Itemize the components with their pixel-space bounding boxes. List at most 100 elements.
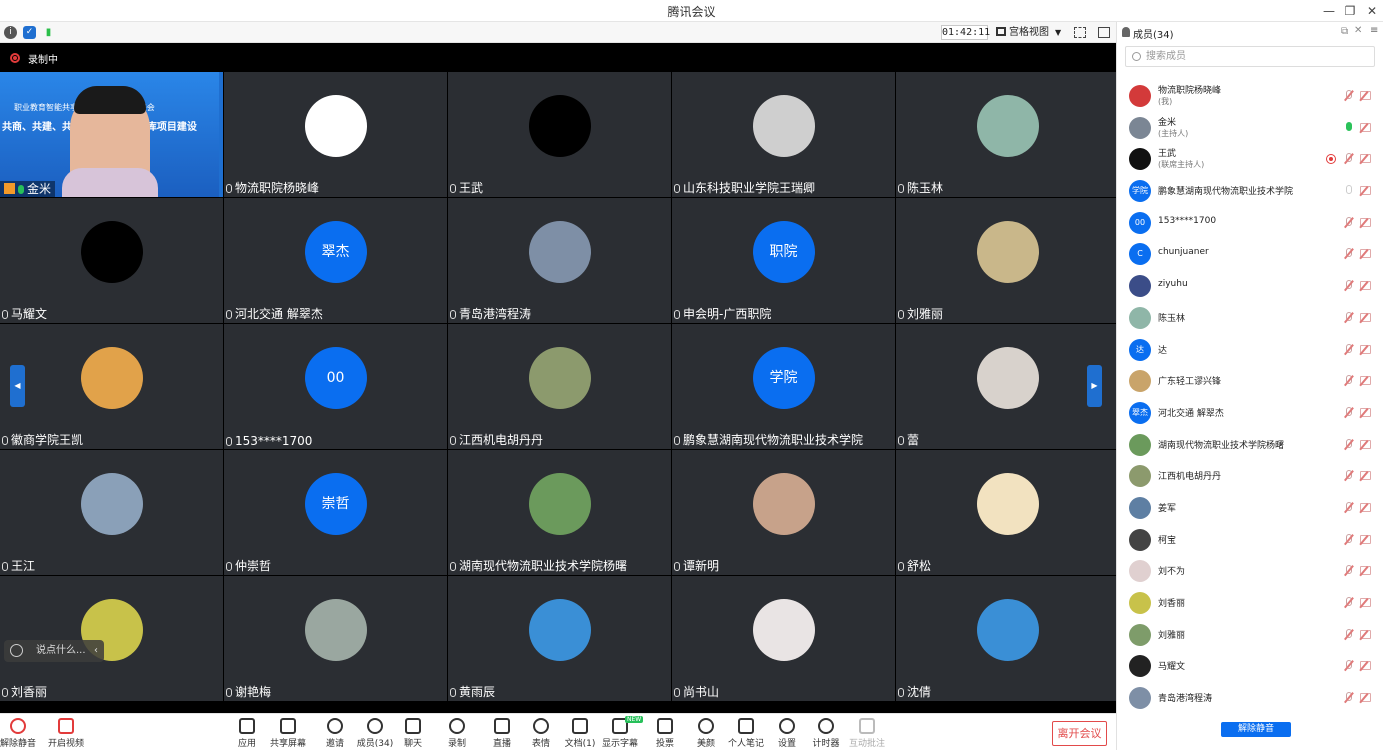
camera-off-icon[interactable] (1360, 91, 1371, 100)
signal-icon[interactable]: ▮ (42, 26, 55, 39)
camera-off-icon[interactable] (1360, 281, 1371, 291)
member-row[interactable]: 刘香丽 (1117, 587, 1383, 619)
mic-off-icon[interactable] (1345, 375, 1353, 386)
participant-tile[interactable]: 湖南现代物流职业技术学院杨曙 (448, 450, 671, 575)
participant-tile[interactable]: 王武 (448, 72, 671, 197)
member-row[interactable]: 柯宝 (1117, 524, 1383, 556)
mic-off-icon[interactable] (1345, 406, 1353, 418)
member-row[interactable]: 金米 (主持人) (1117, 112, 1383, 144)
mic-off-icon[interactable] (1345, 597, 1353, 608)
participant-tile[interactable]: 徽商学院王凯 (0, 324, 223, 449)
camera-off-icon[interactable] (1360, 312, 1371, 322)
close-icon[interactable]: ✕ (1360, 0, 1383, 22)
mic-off-icon[interactable] (1345, 216, 1353, 228)
mic-on-icon[interactable] (1345, 121, 1353, 133)
participant-tile[interactable]: 青岛港湾程涛 (448, 198, 671, 323)
camera-off-icon[interactable] (1360, 186, 1371, 196)
participant-tile[interactable]: 学院 鹏象慧湖南现代物流职业技术学院 (672, 324, 895, 449)
menu-icon[interactable]: ≡ (1370, 25, 1378, 36)
camera-off-icon[interactable] (1360, 471, 1371, 481)
prev-page-button[interactable]: ◀ (10, 365, 25, 407)
close-icon[interactable]: ✕ (1354, 25, 1362, 36)
mic-off-icon[interactable] (1345, 311, 1353, 323)
mic-off-icon[interactable] (1345, 90, 1353, 101)
mic-off-icon[interactable] (1345, 660, 1353, 671)
chat-input[interactable]: 说点什么... ‹ (4, 640, 104, 662)
member-row[interactable]: ziyuhu (1117, 270, 1383, 302)
subtitles-button[interactable]: 显示字幕 NEW (595, 716, 645, 749)
sidebar-toggle-icon[interactable] (1098, 27, 1110, 38)
participant-tile[interactable]: 舒松 (896, 450, 1119, 575)
member-search-input[interactable] (1146, 49, 1366, 64)
camera-off-icon[interactable] (1360, 344, 1371, 354)
camera-off-icon[interactable] (1360, 217, 1371, 227)
member-row[interactable]: 物流职院杨晓峰 (我) (1117, 80, 1383, 112)
participant-tile[interactable]: 陈玉林 (896, 72, 1119, 197)
participant-tile[interactable]: 蕾 (896, 324, 1119, 449)
mic-off-icon[interactable] (1345, 692, 1353, 703)
mic-off-icon[interactable] (1345, 248, 1353, 259)
participant-tile[interactable]: 职院 申会明-广西职院 (672, 198, 895, 323)
participant-tile[interactable]: 沈倩 (896, 576, 1119, 701)
emoji-icon[interactable] (10, 644, 23, 657)
participant-tile[interactable]: 马耀文 (0, 198, 223, 323)
member-row[interactable]: Cchunjuaner (1117, 238, 1383, 270)
shield-icon[interactable]: ✓ (23, 26, 36, 39)
record-button[interactable]: 录制 (432, 718, 482, 749)
mic-off-icon[interactable] (1345, 501, 1353, 513)
chat-button[interactable]: 聊天 (388, 718, 438, 749)
participant-tile[interactable]: 刘香丽 (0, 576, 223, 701)
participant-tile[interactable]: 谢艳梅 (224, 576, 447, 701)
start-video-button[interactable]: 开启视频 (41, 718, 91, 749)
camera-off-icon[interactable] (1360, 534, 1371, 544)
camera-off-icon[interactable] (1360, 122, 1371, 132)
camera-off-icon[interactable] (1360, 629, 1371, 639)
camera-off-icon[interactable] (1360, 407, 1371, 417)
mic-off-icon[interactable] (1345, 533, 1353, 545)
participant-tile[interactable]: 王江 (0, 450, 223, 575)
camera-off-icon[interactable] (1360, 154, 1371, 164)
member-row[interactable]: 青岛港湾程涛 (1117, 682, 1383, 714)
mic-off-icon[interactable] (1345, 343, 1353, 355)
unmute-button[interactable]: 解除静音 (0, 718, 43, 749)
camera-off-icon[interactable] (1360, 249, 1371, 259)
view-switch-button[interactable]: 宫格视图 ▼ (996, 25, 1064, 40)
participant-tile[interactable]: 谭新明 (672, 450, 895, 575)
camera-off-icon[interactable] (1360, 693, 1371, 703)
fullscreen-icon[interactable] (1074, 27, 1086, 38)
camera-off-icon[interactable] (1360, 439, 1371, 449)
unmute-all-button[interactable]: 解除静音 (1221, 722, 1291, 737)
participant-tile[interactable]: 刘雅丽 (896, 198, 1119, 323)
camera-off-icon[interactable] (1360, 566, 1371, 576)
annotate-button[interactable]: 互动批注 (842, 718, 892, 749)
member-row[interactable]: 翠杰 河北交通 解翠杰 (1117, 397, 1383, 429)
participant-tile[interactable]: 山东科技职业学院王瑞卿 (672, 72, 895, 197)
mic-off-icon[interactable] (1345, 628, 1353, 640)
member-row[interactable]: 湖南现代物流职业技术学院杨曙 (1117, 429, 1383, 461)
member-row[interactable]: 刘雅丽 (1117, 619, 1383, 651)
info-icon[interactable]: i (4, 26, 17, 39)
member-row[interactable]: 马耀文 (1117, 650, 1383, 682)
member-row[interactable]: 刘不为 (1117, 555, 1383, 587)
mic-off-icon[interactable] (1345, 438, 1353, 450)
speaker-tile[interactable]: 职业教育智能共享平台 ... 库建设推进会 共商、共建、共享国... 教学资源库… (0, 72, 223, 197)
member-row[interactable]: 江西机电胡丹丹 (1117, 460, 1383, 492)
popout-icon[interactable]: ⧉ (1341, 26, 1348, 37)
participant-tile[interactable]: 翠杰 河北交通 解翠杰 (224, 198, 447, 323)
participant-tile[interactable]: 崇哲 仲崇哲 (224, 450, 447, 575)
member-row[interactable]: 学院 鹏象慧湖南现代物流职业技术学院 (1117, 175, 1383, 207)
share-screen-button[interactable]: 共享屏幕 (263, 718, 313, 749)
camera-off-icon[interactable] (1360, 376, 1371, 386)
member-row[interactable]: 姜军 (1117, 492, 1383, 524)
camera-off-icon[interactable] (1360, 661, 1371, 671)
camera-off-icon[interactable] (1360, 598, 1371, 607)
leave-meeting-button[interactable]: 离开会议 (1052, 721, 1107, 746)
mic-off-icon[interactable] (1345, 153, 1353, 164)
camera-off-icon[interactable] (1360, 502, 1371, 512)
mic-off-icon[interactable] (1345, 470, 1353, 481)
mic-off-icon[interactable] (1345, 280, 1353, 291)
restore-icon[interactable]: ❐ (1338, 0, 1362, 22)
chevron-left-icon[interactable]: ‹ (94, 640, 98, 662)
participant-tile[interactable]: 江西机电胡丹丹 (448, 324, 671, 449)
member-search[interactable] (1125, 46, 1375, 67)
